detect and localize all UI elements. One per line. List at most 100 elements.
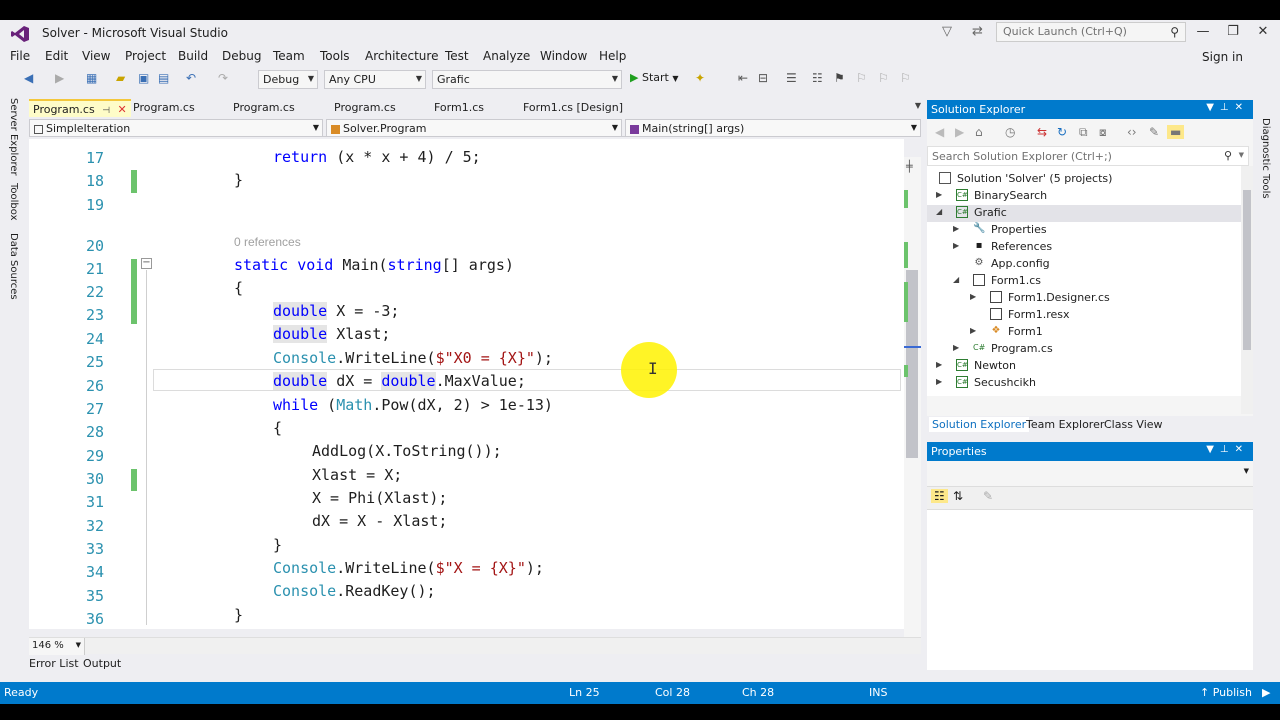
home-icon[interactable]: ⌂	[975, 125, 983, 139]
server-explorer-tab[interactable]: Server Explorer	[8, 98, 19, 176]
menu-architecture[interactable]: Architecture	[365, 49, 438, 63]
collapse-all-icon[interactable]: ⧉	[1079, 125, 1088, 140]
collapse-icon[interactable]: −	[141, 258, 152, 269]
filter-icon[interactable]: ▽	[942, 24, 952, 39]
step-icon[interactable]: ⇤	[738, 71, 748, 85]
categorized-icon[interactable]: ☷	[931, 489, 948, 503]
tree-item-form1-designer-cs[interactable]: ▶ Form1.Designer.cs	[927, 290, 1241, 307]
startup-project-select[interactable]: Grafic ▼	[432, 70, 622, 89]
configuration-select[interactable]: Debug ▼	[258, 70, 318, 89]
menu-edit[interactable]: Edit	[45, 49, 68, 63]
zoom-select[interactable]: 146 % ▼	[29, 638, 85, 655]
quick-launch-input[interactable]: Quick Launch (Ctrl+Q) ⚲	[996, 22, 1186, 42]
close-icon[interactable]: ✕	[1235, 444, 1249, 455]
close-icon[interactable]: ✕	[118, 103, 127, 116]
pin-icon[interactable]: ⊣	[102, 106, 110, 116]
pin-icon[interactable]: ⊥	[1220, 444, 1235, 455]
menu-test[interactable]: Test	[445, 49, 469, 63]
tab-form1-design[interactable]: Form1.cs [Design]	[519, 99, 627, 117]
property-pages-icon[interactable]: ✎	[983, 489, 993, 503]
expand-arrow-icon[interactable]: ▶	[936, 377, 942, 386]
menu-project[interactable]: Project	[125, 49, 166, 63]
menu-file[interactable]: File	[10, 49, 30, 63]
solution-explorer-search-input[interactable]: Search Solution Explorer (Ctrl+;) ⚲ ▼	[927, 146, 1249, 166]
history-icon[interactable]: ◷	[1005, 125, 1015, 139]
tab-error-list[interactable]: Error List	[29, 657, 79, 670]
status-insert-mode[interactable]: INS	[869, 686, 887, 699]
tab-class-view[interactable]: Class View	[1101, 417, 1166, 432]
back-icon[interactable]: ◀	[24, 71, 33, 85]
collapse-arrow-icon[interactable]: ◢	[936, 207, 942, 216]
diagnostic-tools-tab[interactable]: Diagnostic Tools	[1260, 118, 1271, 199]
tab-solution-explorer[interactable]: Solution Explorer	[929, 417, 1030, 432]
menu-team[interactable]: Team	[273, 49, 305, 63]
preview-icon[interactable]: ▬	[1167, 125, 1185, 139]
tree-item-secushcikh[interactable]: ▶ C# Secushcikh	[927, 375, 1241, 392]
close-icon[interactable]: ✕	[1235, 102, 1249, 113]
tab-team-explorer[interactable]: Team Explorer	[1023, 417, 1107, 432]
menu-build[interactable]: Build	[178, 49, 208, 63]
publish-button[interactable]: ↑ Publish	[1200, 686, 1252, 699]
menu-help[interactable]: Help	[599, 49, 626, 63]
forward-icon[interactable]: ▶	[955, 125, 964, 139]
redo-icon[interactable]: ↷	[218, 71, 228, 85]
tabs-dropdown-icon[interactable]: ▼	[915, 101, 921, 110]
tab-output[interactable]: Output	[83, 657, 121, 670]
properties-wrench-icon[interactable]: ✎	[1149, 125, 1159, 139]
next-bookmark-icon[interactable]: ⚐	[878, 71, 889, 85]
uncomment-icon[interactable]: ☷	[812, 71, 823, 85]
menu-view[interactable]: View	[82, 49, 110, 63]
maximize-icon[interactable]: ❐	[1218, 24, 1248, 39]
tree-item-form1-class[interactable]: ▶ ❖ Form1	[927, 324, 1241, 341]
new-project-icon[interactable]: ▦	[86, 71, 97, 85]
alphabetical-icon[interactable]: ⇅	[953, 489, 963, 503]
sync-icon[interactable]: ⇆	[1037, 125, 1047, 139]
collapse-arrow-icon[interactable]: ◢	[953, 275, 959, 284]
tree-item-properties[interactable]: ▶ 🔧 Properties	[927, 222, 1241, 239]
code-editor[interactable]: 17 18 19 20 21 22 23 24 25 26 27 28 29 3…	[29, 139, 904, 629]
layout-icon[interactable]: ⊟	[758, 71, 768, 85]
tree-item-newton[interactable]: ▶ C# Newton	[927, 358, 1241, 375]
save-icon[interactable]: ▣	[138, 71, 149, 85]
tree-item-program-cs[interactable]: ▶ C# Program.cs	[927, 341, 1241, 358]
split-editor-icon[interactable]: ╪	[906, 160, 913, 173]
panel-menu-icon[interactable]: ▼	[1206, 102, 1220, 113]
project-nav-select[interactable]: SimpleIteration ▼	[29, 119, 323, 137]
feedback-icon[interactable]: ⇄	[972, 24, 983, 39]
platform-select[interactable]: Any CPU ▼	[324, 70, 426, 89]
panel-menu-icon[interactable]: ▼	[1206, 444, 1220, 455]
expand-arrow-icon[interactable]: ▶	[953, 241, 959, 250]
menu-debug[interactable]: Debug	[222, 49, 261, 63]
close-icon[interactable]: ✕	[1248, 24, 1278, 39]
menu-tools[interactable]: Tools	[320, 49, 350, 63]
expand-arrow-icon[interactable]: ▶	[970, 326, 976, 335]
minimize-icon[interactable]: —	[1188, 24, 1218, 39]
expand-arrow-icon[interactable]: ▶	[953, 224, 959, 233]
menu-window[interactable]: Window	[540, 49, 587, 63]
back-icon[interactable]: ◀	[935, 125, 944, 139]
tree-item-references[interactable]: ▶ ▪ References	[927, 239, 1241, 256]
show-all-files-icon[interactable]: ⧇	[1099, 125, 1107, 140]
prev-bookmark-icon[interactable]: ⚐	[856, 71, 867, 85]
tab-program-cs[interactable]: Program.cs	[129, 99, 199, 117]
tab-form1-cs[interactable]: Form1.cs	[430, 99, 488, 117]
menu-analyze[interactable]: Analyze	[483, 49, 530, 63]
tree-item-grafic[interactable]: ◢ C# Grafic	[927, 205, 1241, 222]
data-sources-tab[interactable]: Data Sources	[8, 233, 19, 300]
expand-arrow-icon[interactable]: ▶	[936, 360, 942, 369]
bookmark-icon[interactable]: ⚑	[834, 71, 845, 85]
expand-arrow-icon[interactable]: ▶	[970, 292, 976, 301]
clear-bookmarks-icon[interactable]: ⚐	[900, 71, 911, 85]
forward-icon[interactable]: ▶	[55, 71, 64, 85]
codelens-references[interactable]: 0 references	[234, 235, 301, 249]
expand-arrow-icon[interactable]: ▶	[953, 343, 959, 352]
tab-program-cs[interactable]: Program.cs	[330, 99, 400, 117]
expand-arrow-icon[interactable]: ▶	[936, 190, 942, 199]
open-file-icon[interactable]: ▰	[116, 71, 125, 85]
tree-item-form1-resx[interactable]: Form1.resx	[927, 307, 1241, 324]
tree-item-solution[interactable]: Solution 'Solver' (5 projects)	[927, 171, 1241, 188]
toolbox-tab[interactable]: Toolbox	[8, 183, 19, 221]
properties-object-select[interactable]: ▼	[927, 462, 1253, 484]
comment-icon[interactable]: ☰	[786, 71, 797, 85]
notifications-icon[interactable]: ▶	[1262, 686, 1270, 699]
